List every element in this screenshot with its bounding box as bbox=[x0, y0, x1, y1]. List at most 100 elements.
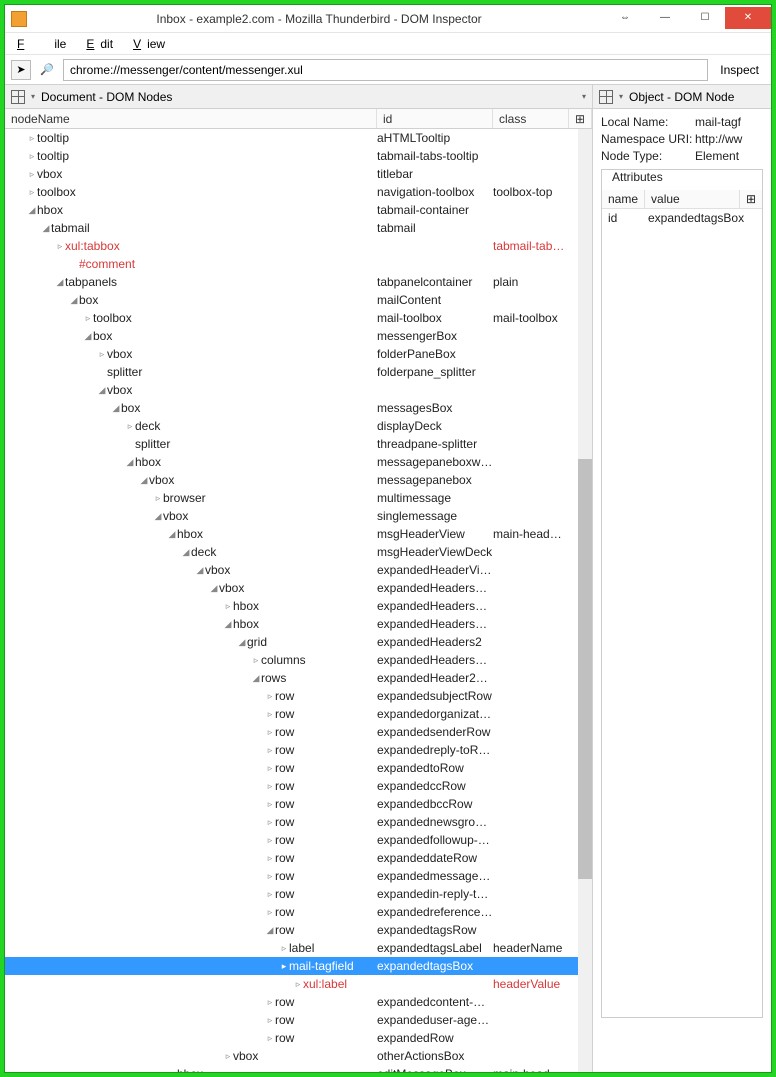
twisty-open-icon[interactable]: ◢ bbox=[251, 673, 261, 684]
maximize-button[interactable]: ☐ bbox=[685, 7, 725, 29]
twisty-closed-icon[interactable]: ▹ bbox=[27, 169, 37, 180]
tree-row[interactable]: ▹toolboxnavigation-toolboxtoolbox-top bbox=[5, 183, 592, 201]
tree-row[interactable]: ▹rowexpandedccRow bbox=[5, 777, 592, 795]
twisty-closed-icon[interactable]: ▹ bbox=[265, 1033, 275, 1044]
menu-file[interactable]: File bbox=[11, 35, 78, 53]
tree-row[interactable]: ▹deckdisplayDeck bbox=[5, 417, 592, 435]
tree-row[interactable]: ◢hboxmsgHeaderViewmain-head… bbox=[5, 525, 592, 543]
twisty-closed-icon[interactable]: ▹ bbox=[265, 1015, 275, 1026]
tree-row[interactable]: ◢tabpanelstabpanelcontainerplain bbox=[5, 273, 592, 291]
tree-row[interactable]: ▹rowexpandeddateRow bbox=[5, 849, 592, 867]
tree-row[interactable]: ◢vboxmessagepanebox bbox=[5, 471, 592, 489]
twisty-closed-icon[interactable]: ▹ bbox=[279, 943, 289, 954]
twisty-open-icon[interactable]: ◢ bbox=[55, 277, 65, 288]
tree-row[interactable]: ▹vboxotherActionsBox bbox=[5, 1047, 592, 1065]
col-class[interactable]: class bbox=[493, 109, 569, 128]
twisty-closed-icon[interactable]: ▹ bbox=[265, 727, 275, 738]
twisty-closed-icon[interactable]: ▹ bbox=[265, 799, 275, 810]
tree-row[interactable]: ◢vboxexpandedHeaderVi… bbox=[5, 561, 592, 579]
tree-row[interactable]: ▹xul:tabboxtabmail-tab… bbox=[5, 237, 592, 255]
tree-row[interactable]: ▹rowexpandedsubjectRow bbox=[5, 687, 592, 705]
inspect-button[interactable]: Inspect bbox=[714, 63, 765, 77]
twisty-open-icon[interactable]: ◢ bbox=[195, 565, 205, 576]
tree-row[interactable]: ◢hboxtabmail-container bbox=[5, 201, 592, 219]
tree-row[interactable]: ▹xul:labelheaderValue bbox=[5, 975, 592, 993]
twisty-open-icon[interactable]: ◢ bbox=[181, 547, 191, 558]
twisty-closed-icon[interactable]: ▹ bbox=[223, 1051, 233, 1062]
twisty-closed-icon[interactable]: ▹ bbox=[223, 601, 233, 612]
twisty-closed-icon[interactable]: ▹ bbox=[167, 1069, 177, 1073]
tree-row[interactable]: ▹labelexpandedtagsLabelheaderName bbox=[5, 939, 592, 957]
twisty-closed-icon[interactable]: ▹ bbox=[265, 889, 275, 900]
twisty-open-icon[interactable]: ◢ bbox=[153, 511, 163, 522]
tree-row[interactable]: ▹toolboxmail-toolboxmail-toolbox bbox=[5, 309, 592, 327]
panel-menu-dropdown-icon[interactable]: ▾ bbox=[619, 92, 623, 101]
menu-edit[interactable]: Edit bbox=[80, 35, 125, 53]
col-attr-name[interactable]: name bbox=[602, 190, 645, 208]
tree-row[interactable]: ▹tooltipaHTMLTooltip bbox=[5, 129, 592, 147]
tree-row[interactable]: ◢deckmsgHeaderViewDeck bbox=[5, 543, 592, 561]
twisty-closed-icon[interactable]: ▹ bbox=[265, 817, 275, 828]
column-picker-icon[interactable]: ⊞ bbox=[740, 190, 762, 208]
minimize-button[interactable]: — bbox=[645, 7, 685, 29]
tree-row[interactable]: ▹rowexpandedmessage-… bbox=[5, 867, 592, 885]
twisty-open-icon[interactable]: ◢ bbox=[41, 223, 51, 234]
twisty-open-icon[interactable]: ◢ bbox=[223, 619, 233, 630]
tree-row[interactable]: ◢rowsexpandedHeader2R… bbox=[5, 669, 592, 687]
twisty-closed-icon[interactable]: ▹ bbox=[27, 133, 37, 144]
twisty-open-icon[interactable]: ◢ bbox=[69, 295, 79, 306]
col-nodename[interactable]: nodeName bbox=[5, 109, 377, 128]
pointer-tool-icon[interactable]: ➤ bbox=[11, 60, 31, 80]
tree-row[interactable]: ◢vboxexpandedHeadersB… bbox=[5, 579, 592, 597]
twisty-open-icon[interactable]: ◢ bbox=[167, 529, 177, 540]
twisty-closed-icon[interactable]: ▹ bbox=[265, 997, 275, 1008]
tree-row[interactable]: ▹vboxfolderPaneBox bbox=[5, 345, 592, 363]
twisty-closed-icon[interactable]: ▹ bbox=[265, 853, 275, 864]
twisty-closed-icon[interactable]: ▹ bbox=[27, 151, 37, 162]
tree-row[interactable]: ◢tabmailtabmail bbox=[5, 219, 592, 237]
tree-row[interactable]: ▹rowexpandedsenderRow bbox=[5, 723, 592, 741]
twisty-closed-icon[interactable]: ▹ bbox=[125, 421, 135, 432]
attribute-row[interactable]: id expandedtagsBox bbox=[602, 209, 762, 227]
tree-row[interactable]: ▹rowexpandedtoRow bbox=[5, 759, 592, 777]
tree-scrollbar[interactable] bbox=[578, 129, 592, 1072]
search-icon[interactable]: 🔎 bbox=[37, 60, 57, 80]
url-input[interactable] bbox=[63, 59, 708, 81]
twisty-closed-icon[interactable]: ▹ bbox=[265, 763, 275, 774]
menu-view[interactable]: View bbox=[127, 35, 177, 53]
twisty-closed-icon[interactable]: ▹ bbox=[97, 349, 107, 360]
twisty-closed-icon[interactable]: ▸ bbox=[279, 961, 289, 972]
twisty-closed-icon[interactable]: ▹ bbox=[55, 241, 65, 252]
twisty-open-icon[interactable]: ◢ bbox=[83, 331, 93, 342]
tree-row[interactable]: ▹hboxeditMessageBoxmain-head bbox=[5, 1065, 592, 1072]
tree-row[interactable]: ▹hboxexpandedHeadersT… bbox=[5, 597, 592, 615]
col-attr-value[interactable]: value bbox=[645, 190, 740, 208]
twisty-open-icon[interactable]: ◢ bbox=[97, 385, 107, 396]
tree-row[interactable]: ◢gridexpandedHeaders2 bbox=[5, 633, 592, 651]
tree-row[interactable]: ▹columnsexpandedHeaders2… bbox=[5, 651, 592, 669]
twisty-closed-icon[interactable]: ▹ bbox=[265, 781, 275, 792]
twisty-open-icon[interactable]: ◢ bbox=[125, 457, 135, 468]
tree-row[interactable]: splitterthreadpane-splitter bbox=[5, 435, 592, 453]
tree-row[interactable]: ◢boxmessagesBox bbox=[5, 399, 592, 417]
tree-row[interactable]: ▹browsermultimessage bbox=[5, 489, 592, 507]
tree-row[interactable]: ▹rowexpandedcontent-… bbox=[5, 993, 592, 1011]
twisty-open-icon[interactable]: ◢ bbox=[111, 403, 121, 414]
tree-row[interactable]: ◢rowexpandedtagsRow bbox=[5, 921, 592, 939]
close-button[interactable]: ✕ bbox=[725, 7, 771, 29]
column-picker-icon[interactable]: ⊞ bbox=[569, 109, 592, 128]
twisty-open-icon[interactable]: ◢ bbox=[265, 925, 275, 936]
twisty-closed-icon[interactable]: ▹ bbox=[251, 655, 261, 666]
tree-row[interactable]: ▹rowexpandedin-reply-t… bbox=[5, 885, 592, 903]
tree-row[interactable]: ◢vboxsinglemessage bbox=[5, 507, 592, 525]
panel-menu-icon[interactable] bbox=[599, 90, 613, 104]
tree-row[interactable]: ▹rowexpandedRow bbox=[5, 1029, 592, 1047]
twisty-closed-icon[interactable]: ▹ bbox=[265, 907, 275, 918]
tree-row[interactable]: ▹rowexpandedreply-toR… bbox=[5, 741, 592, 759]
tree-row[interactable]: ◢hboxexpandedHeadersB… bbox=[5, 615, 592, 633]
tree-row[interactable]: ◢boxmessengerBox bbox=[5, 327, 592, 345]
twisty-closed-icon[interactable]: ▹ bbox=[265, 835, 275, 846]
twisty-closed-icon[interactable]: ▹ bbox=[293, 979, 303, 990]
tree-row[interactable]: ▹rowexpandedreference… bbox=[5, 903, 592, 921]
twisty-open-icon[interactable]: ◢ bbox=[27, 205, 37, 216]
